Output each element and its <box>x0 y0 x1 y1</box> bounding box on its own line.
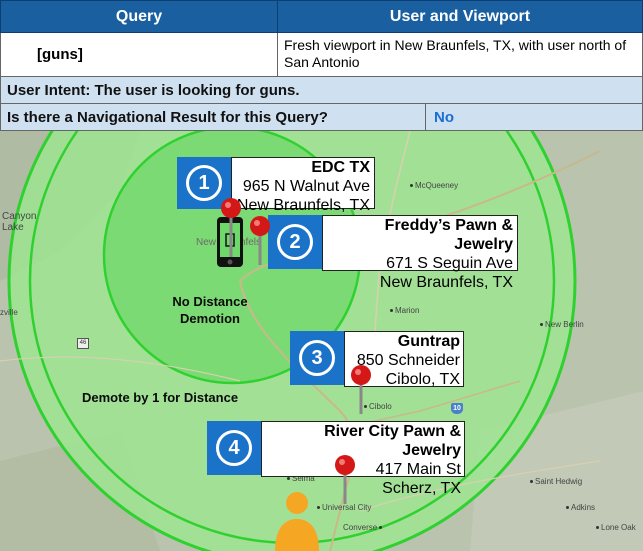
viewport-description: Fresh viewport in New Braunfels, TX, wit… <box>284 37 627 70</box>
result-1-map-pin[interactable] <box>220 197 242 259</box>
zone-label-no-demotion: No Distance Demotion <box>172 294 248 326</box>
result-2-number: 2 <box>277 224 313 260</box>
result-2-badge: 2 <box>268 215 322 269</box>
result-2-map-pin[interactable] <box>249 215 271 267</box>
result-4-number: 4 <box>216 430 252 466</box>
map-view[interactable]: McQueeney Canyon Lake New Braunfels zvil… <box>0 131 643 551</box>
zone-label-demote-by-1: Demote by 1 for Distance <box>82 390 239 405</box>
place-lone-oak: Lone Oak <box>596 523 636 532</box>
place-marion: Marion <box>390 306 419 315</box>
result-3-map-pin[interactable] <box>349 364 373 416</box>
table-header: Query User and Viewport <box>0 0 643 33</box>
guideline-example: Query User and Viewport [guns] Fresh vie… <box>0 0 643 551</box>
query-column-header: Query <box>1 1 278 32</box>
query-text: [guns] <box>1 33 278 76</box>
user-viewport-column-header: User and Viewport <box>389 7 531 25</box>
navigational-row: Is there a Navigational Result for this … <box>0 104 643 131</box>
result-1-number: 1 <box>186 165 222 201</box>
result-3-badge: 3 <box>290 331 344 385</box>
result-2-city: New Braunfels, TX <box>379 274 513 291</box>
user-location-icon <box>275 492 319 551</box>
navigational-question: Is there a Navigational Result for this … <box>1 104 426 130</box>
result-4-name: River City Pawn & Jewelry <box>324 423 461 459</box>
result-3-name: Guntrap <box>397 333 460 350</box>
place-mcqueeney: McQueeney <box>410 181 458 190</box>
result-1-address: 965 N Walnut Ave <box>242 178 370 195</box>
result-2-card[interactable]: Freddy’s Pawn & Jewelry 671 S Seguin Ave… <box>322 215 518 291</box>
place-new-berlin: New Berlin <box>540 320 584 329</box>
result-4-badge: 4 <box>207 421 261 475</box>
result-1-name: EDC TX <box>311 159 370 176</box>
place-adkins: Adkins <box>566 503 595 512</box>
result-4-address: 417 Main St <box>375 461 461 478</box>
result-2-address: 671 S Seguin Ave <box>386 255 513 272</box>
result-4-map-pin[interactable] <box>333 454 357 506</box>
result-1-card[interactable]: EDC TX 965 N Walnut Ave New Braunfels, T… <box>231 157 375 214</box>
place-converse: Converse <box>343 523 384 532</box>
navigational-answer: No <box>434 108 454 126</box>
result-4-card[interactable]: River City Pawn & Jewelry 417 Main St Sc… <box>261 421 465 497</box>
highway-46-sign: 46 <box>77 338 89 349</box>
result-2-name: Freddy’s Pawn & Jewelry <box>384 217 513 253</box>
query-row: [guns] Fresh viewport in New Braunfels, … <box>0 33 643 77</box>
place-canyon-lake: Canyon Lake <box>2 211 37 233</box>
result-1-city: New Braunfels, TX <box>236 197 370 214</box>
user-intent: User Intent: The user is looking for gun… <box>0 77 643 104</box>
place-zville: zville <box>0 308 18 317</box>
result-3-number: 3 <box>299 340 335 376</box>
interstate-10-shield: 10 <box>451 403 463 414</box>
place-saint-hedwig: Saint Hedwig <box>530 477 582 486</box>
